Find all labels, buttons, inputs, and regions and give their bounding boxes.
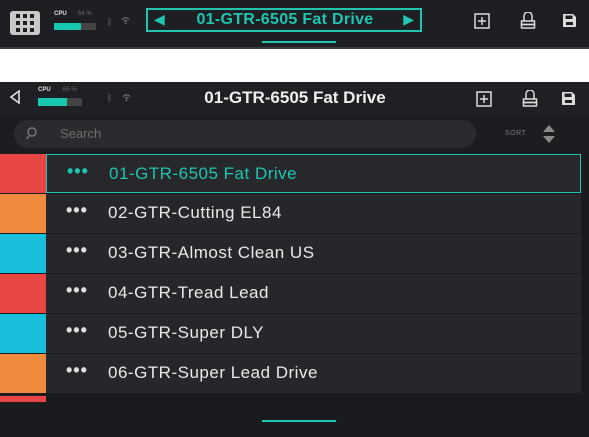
cpu-bar-fill xyxy=(38,98,67,106)
preset-row-body[interactable]: ••• 06-GTR-Super Lead Drive xyxy=(46,354,581,394)
preset-list: ••• 01-GTR-6505 Fat Drive ••• 02-GTR-Cuttin… xyxy=(0,154,589,394)
more-options-icon[interactable]: ••• xyxy=(66,200,88,221)
add-icon[interactable] xyxy=(474,13,490,29)
more-options-icon[interactable]: ••• xyxy=(66,240,88,261)
more-options-icon[interactable]: ••• xyxy=(67,161,89,182)
preset-label: 04-GTR-Tread Lead xyxy=(108,283,269,302)
grid-menu-icon[interactable] xyxy=(10,11,40,35)
footer-bar xyxy=(0,402,589,437)
preset-browser: CPU 65 % ᛒ 01-GTR-6505 Fat Drive Search xyxy=(0,82,589,437)
preset-row[interactable]: ••• 01-GTR-6505 Fat Drive xyxy=(0,154,589,194)
cpu-percent: 64 % xyxy=(78,11,92,17)
preset-row[interactable]: ••• 06-GTR-Super Lead Drive xyxy=(0,354,589,394)
tuner-icon[interactable] xyxy=(520,12,536,30)
preset-label: 01-GTR-6505 Fat Drive xyxy=(109,164,298,183)
cpu-label: CPU xyxy=(54,11,67,17)
cpu-bar xyxy=(38,98,82,106)
save-icon[interactable] xyxy=(561,91,576,106)
preset-label: 03-GTR-Almost Clean US xyxy=(108,243,315,262)
sort-toggle-icon[interactable] xyxy=(541,121,557,152)
page-title: 01-GTR-6505 Fat Drive xyxy=(204,88,386,107)
preset-row[interactable]: ••• 03-GTR-Almost Clean US xyxy=(0,234,589,274)
wifi-icon xyxy=(122,93,131,104)
preset-row-body[interactable]: ••• 04-GTR-Tread Lead xyxy=(46,274,581,314)
active-indicator xyxy=(262,41,336,43)
preset-label: 06-GTR-Super Lead Drive xyxy=(108,363,318,382)
prev-preset-icon[interactable]: ◀ xyxy=(154,11,165,28)
tuner-icon[interactable] xyxy=(522,90,538,108)
bluetooth-icon: ᛒ xyxy=(107,17,113,27)
more-options-icon[interactable]: ••• xyxy=(66,360,88,381)
search-row: Search SORT xyxy=(0,116,589,152)
preset-row-body[interactable]: ••• 02-GTR-Cutting EL84 xyxy=(46,194,581,234)
preset-color-swatch xyxy=(0,234,46,273)
preset-color-swatch xyxy=(0,354,46,393)
wifi-icon xyxy=(121,16,130,27)
cpu-percent: 65 % xyxy=(63,87,77,93)
cpu-label: CPU xyxy=(38,87,51,93)
preset-row-body[interactable]: ••• 03-GTR-Almost Clean US xyxy=(46,234,581,274)
cpu-bar-fill xyxy=(54,23,81,30)
preset-row[interactable]: ••• 05-GTR-Super DLY xyxy=(0,314,589,354)
browser-header: CPU 65 % ᛒ 01-GTR-6505 Fat Drive xyxy=(0,82,589,116)
preset-color-swatch xyxy=(0,194,46,233)
preset-color-swatch xyxy=(0,154,46,193)
sort-label[interactable]: SORT xyxy=(505,130,526,137)
next-preset-icon[interactable]: ▶ xyxy=(403,11,414,28)
more-options-icon[interactable]: ••• xyxy=(66,280,88,301)
preset-label: 05-GTR-Super DLY xyxy=(108,323,265,342)
search-icon xyxy=(25,126,40,145)
active-indicator xyxy=(262,420,336,422)
top-toolbar: CPU 64 % ᛒ ◀ 01-GTR-6505 Fat Drive ▶ xyxy=(0,0,589,49)
preset-name: 01-GTR-6505 Fat Drive xyxy=(196,11,374,28)
preset-row-body[interactable]: ••• 01-GTR-6505 Fat Drive xyxy=(46,154,581,193)
bluetooth-icon: ᛒ xyxy=(107,93,113,103)
back-icon[interactable] xyxy=(9,89,21,109)
save-icon[interactable] xyxy=(562,13,577,28)
preset-label: 02-GTR-Cutting EL84 xyxy=(108,203,282,222)
preset-row[interactable]: ••• 04-GTR-Tread Lead xyxy=(0,274,589,314)
preset-row-body[interactable]: ••• 05-GTR-Super DLY xyxy=(46,314,581,354)
cpu-bar xyxy=(54,23,96,30)
cpu-meter: CPU 65 % xyxy=(38,87,92,109)
more-options-icon[interactable]: ••• xyxy=(66,320,88,341)
search-placeholder: Search xyxy=(60,126,102,141)
cpu-meter: CPU 64 % xyxy=(54,11,104,33)
search-input[interactable]: Search xyxy=(14,120,476,148)
preset-selector[interactable]: ◀ 01-GTR-6505 Fat Drive ▶ xyxy=(146,8,422,32)
preset-color-swatch xyxy=(0,314,46,353)
add-icon[interactable] xyxy=(476,91,492,107)
preset-color-swatch xyxy=(0,274,46,313)
preset-row[interactable]: ••• 02-GTR-Cutting EL84 xyxy=(0,194,589,234)
